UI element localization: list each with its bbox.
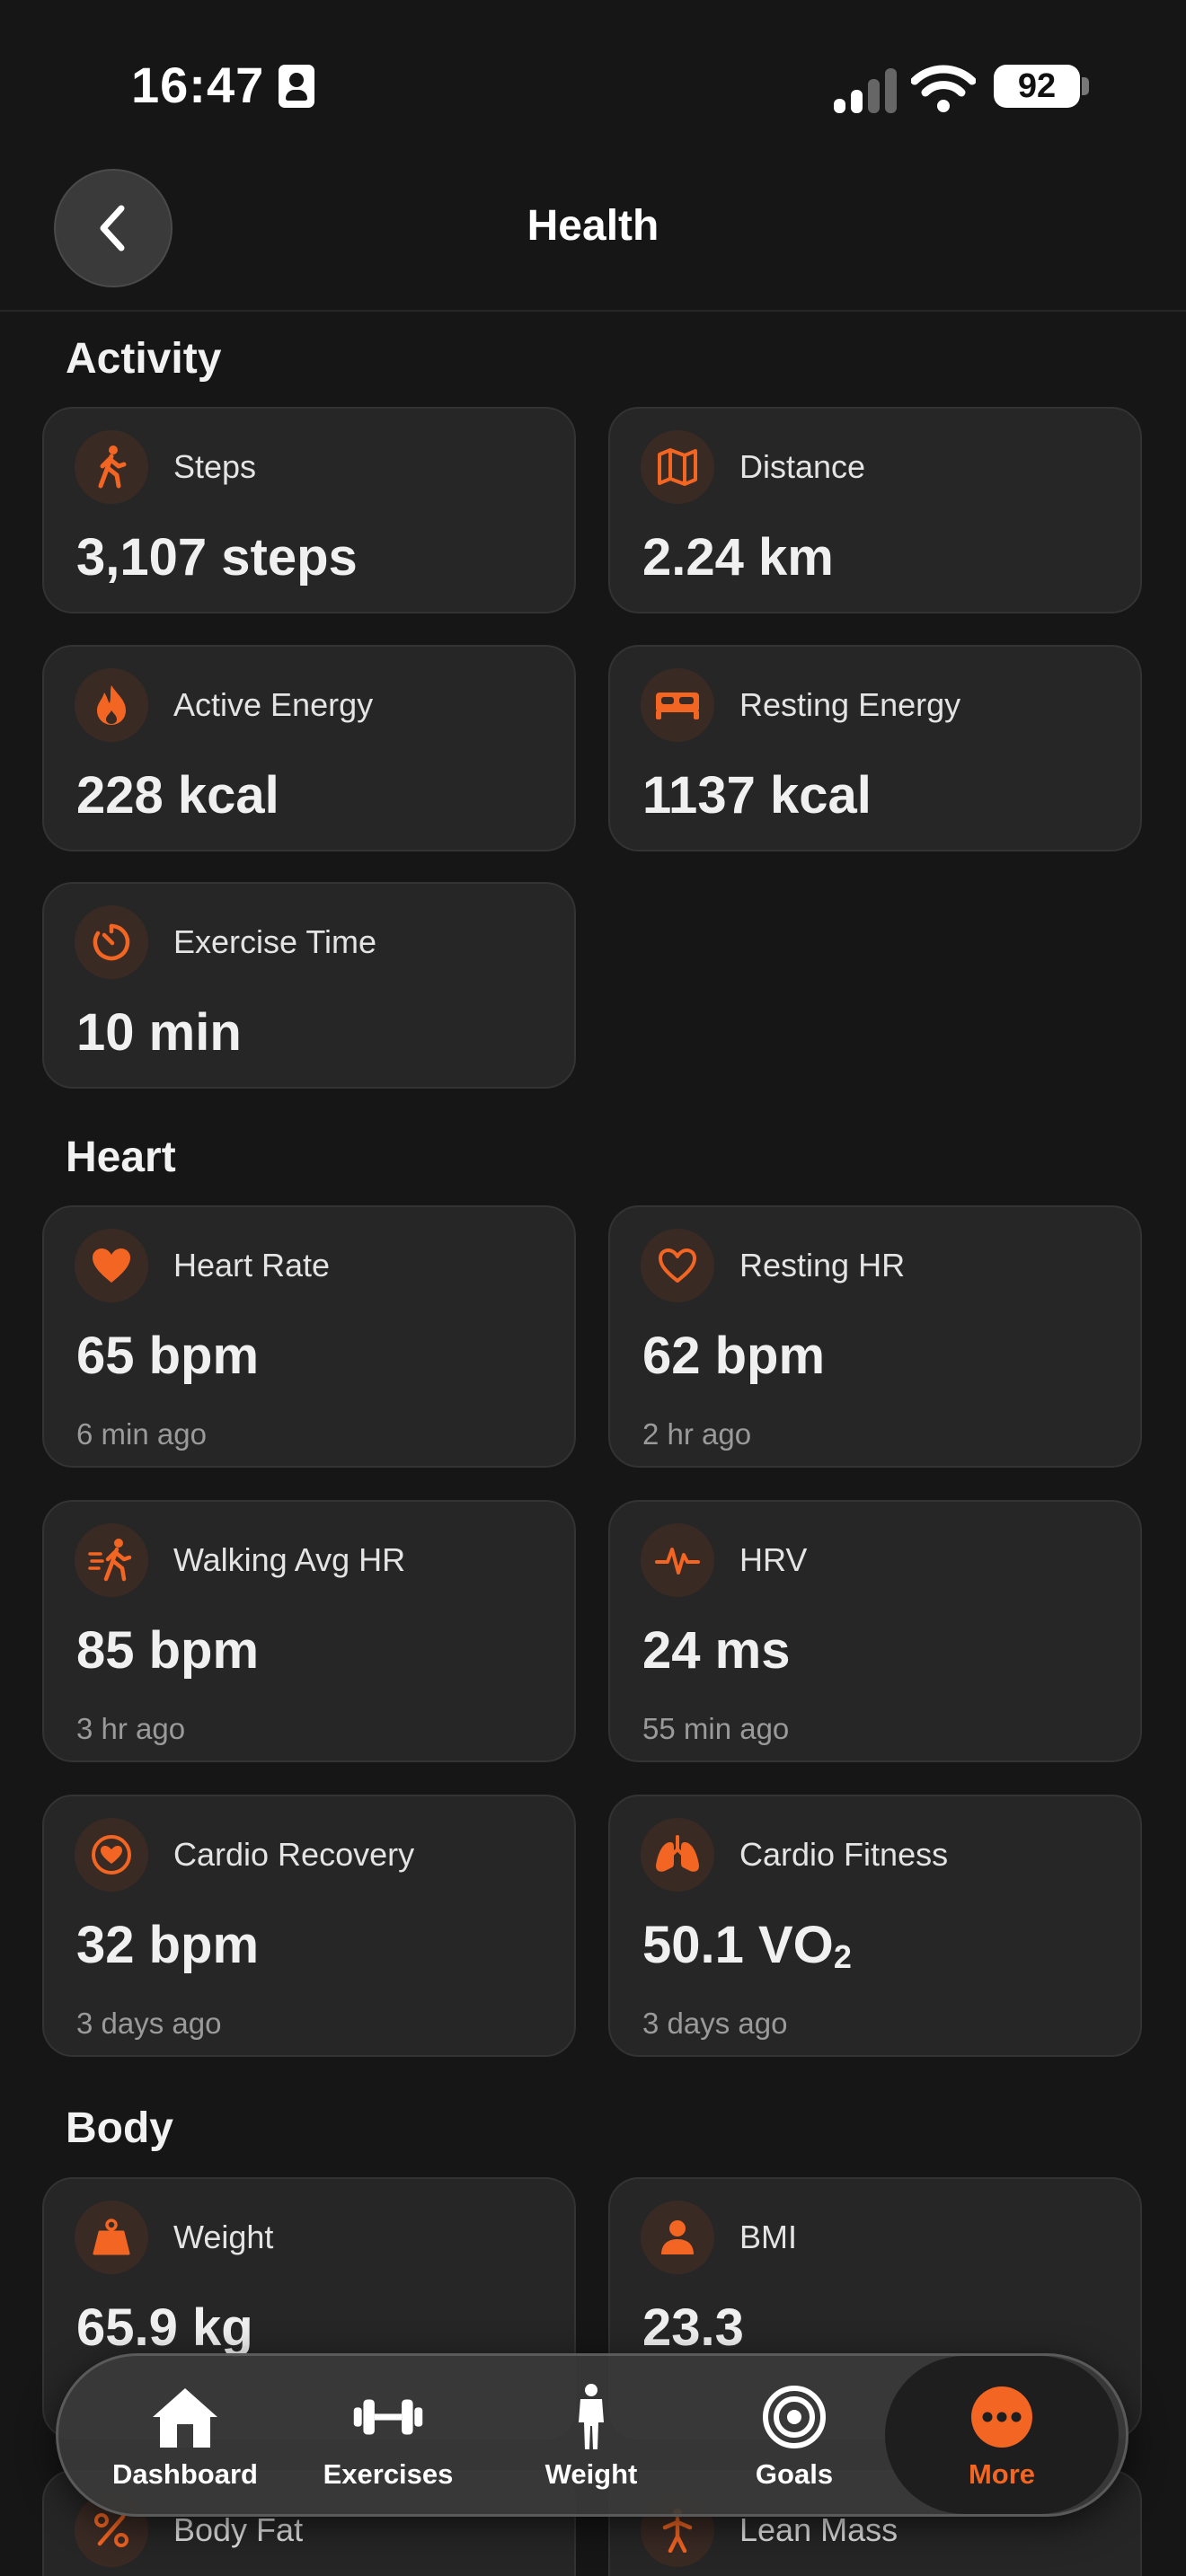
card-cardio-recovery[interactable]: Cardio Recovery 32 bpm 3 days ago — [42, 1795, 576, 2057]
flame-icon — [75, 668, 148, 742]
status-bar: 16:47 92 — [0, 0, 1186, 153]
card-label: Lean Mass — [739, 2511, 898, 2548]
timer-icon — [75, 905, 148, 979]
section-title-body: Body — [66, 2104, 173, 2152]
tab-label: More — [968, 2458, 1036, 2490]
status-time: 16:47 — [131, 57, 265, 113]
card-label: Resting HR — [739, 1247, 906, 1284]
card-value: 24 ms — [642, 1621, 791, 1680]
page-title: Health — [527, 202, 659, 250]
house-icon — [149, 2383, 221, 2451]
card-value: 1137 kcal — [642, 766, 872, 825]
card-exercise-time[interactable]: Exercise Time 10 min — [42, 882, 576, 1089]
card-value: 3,107 steps — [76, 528, 358, 587]
person-icon — [555, 2383, 627, 2451]
tab-goals[interactable]: Goals — [693, 2356, 896, 2514]
card-steps[interactable]: Steps 3,107 steps — [42, 407, 576, 613]
walking-figure-icon — [75, 430, 148, 504]
card-value: 10 min — [76, 1003, 242, 1062]
tab-label: Weight — [544, 2458, 638, 2490]
section-title-activity: Activity — [66, 335, 222, 383]
card-value: 228 kcal — [76, 766, 279, 825]
card-value: 50.1 VO2 — [642, 1915, 852, 1976]
scale-weight-icon — [75, 2201, 148, 2274]
card-value-main: 50.1 VO — [642, 1916, 834, 1974]
card-label: BMI — [739, 2219, 798, 2255]
running-figure-icon — [75, 1523, 148, 1597]
card-label: Steps — [173, 448, 257, 485]
contact-card-icon — [279, 65, 314, 108]
card-updated: 2 hr ago — [642, 1417, 752, 1451]
tab-dashboard[interactable]: Dashboard — [84, 2356, 287, 2514]
card-resting-hr[interactable]: Resting HR 62 bpm 2 hr ago — [608, 1205, 1142, 1468]
card-label: Cardio Fitness — [739, 1836, 949, 1873]
section-title-heart: Heart — [66, 1134, 176, 1181]
card-cardio-fitness[interactable]: Cardio Fitness 50.1 VO2 3 days ago — [608, 1795, 1142, 2057]
card-label: Body Fat — [173, 2511, 304, 2548]
card-label: Distance — [739, 448, 866, 485]
wifi-icon — [911, 65, 976, 112]
tab-weight[interactable]: Weight — [490, 2356, 693, 2514]
card-value-subscript: 2 — [833, 1938, 852, 1975]
lungs-icon — [641, 1818, 714, 1892]
tab-label: Exercises — [323, 2458, 454, 2490]
card-hrv[interactable]: HRV 24 ms 55 min ago — [608, 1500, 1142, 1762]
card-updated: 55 min ago — [642, 1712, 790, 1745]
heart-outline-icon — [641, 1229, 714, 1302]
card-updated: 3 days ago — [642, 2007, 788, 2040]
card-value: 32 bpm — [76, 1916, 260, 1974]
card-walking-avg-hr[interactable]: Walking Avg HR 85 bpm 3 hr ago — [42, 1500, 576, 1762]
card-active-energy[interactable]: Active Energy 228 kcal — [42, 645, 576, 851]
card-label: Walking Avg HR — [173, 1541, 406, 1578]
card-label: Cardio Recovery — [173, 1836, 415, 1873]
card-value: 65 bpm — [76, 1327, 260, 1385]
card-distance[interactable]: Distance 2.24 km — [608, 407, 1142, 613]
dumbbell-icon — [352, 2383, 424, 2451]
tab-label: Goals — [755, 2458, 834, 2490]
tab-bar: Dashboard Exercises Weight Goals More — [56, 2353, 1128, 2517]
ellipsis-circle-icon — [966, 2383, 1038, 2451]
tab-exercises[interactable]: Exercises — [287, 2356, 490, 2514]
card-value: 23.3 — [642, 2298, 744, 2357]
heart-circle-icon — [75, 1818, 148, 1892]
card-updated: 3 days ago — [76, 2007, 222, 2040]
card-value: 62 bpm — [642, 1327, 826, 1385]
card-updated: 3 hr ago — [76, 1712, 186, 1745]
card-label: Weight — [173, 2219, 274, 2255]
tab-label: Dashboard — [112, 2458, 258, 2490]
cellular-signal-icon — [834, 66, 898, 113]
card-label: Heart Rate — [173, 1247, 331, 1284]
person-silhouette-icon — [641, 2201, 714, 2274]
battery-indicator: 92 — [994, 65, 1080, 108]
card-value: 65.9 kg — [76, 2298, 253, 2357]
waveform-icon — [641, 1523, 714, 1597]
card-updated: 6 min ago — [76, 1417, 207, 1451]
card-value: 2.24 km — [642, 528, 834, 587]
bed-icon — [641, 668, 714, 742]
tab-more[interactable]: More — [885, 2356, 1119, 2514]
card-label: Active Energy — [173, 686, 374, 723]
card-label: Resting Energy — [739, 686, 961, 723]
map-icon — [641, 430, 714, 504]
target-icon — [758, 2383, 830, 2451]
battery-cap — [1082, 77, 1089, 95]
card-value: 85 bpm — [76, 1621, 260, 1680]
navigation-bar: Health — [0, 153, 1186, 312]
card-heart-rate[interactable]: Heart Rate 65 bpm 6 min ago — [42, 1205, 576, 1468]
card-resting-energy[interactable]: Resting Energy 1137 kcal — [608, 645, 1142, 851]
card-label: HRV — [739, 1541, 808, 1578]
card-label: Exercise Time — [173, 923, 377, 960]
heart-filled-icon — [75, 1229, 148, 1302]
